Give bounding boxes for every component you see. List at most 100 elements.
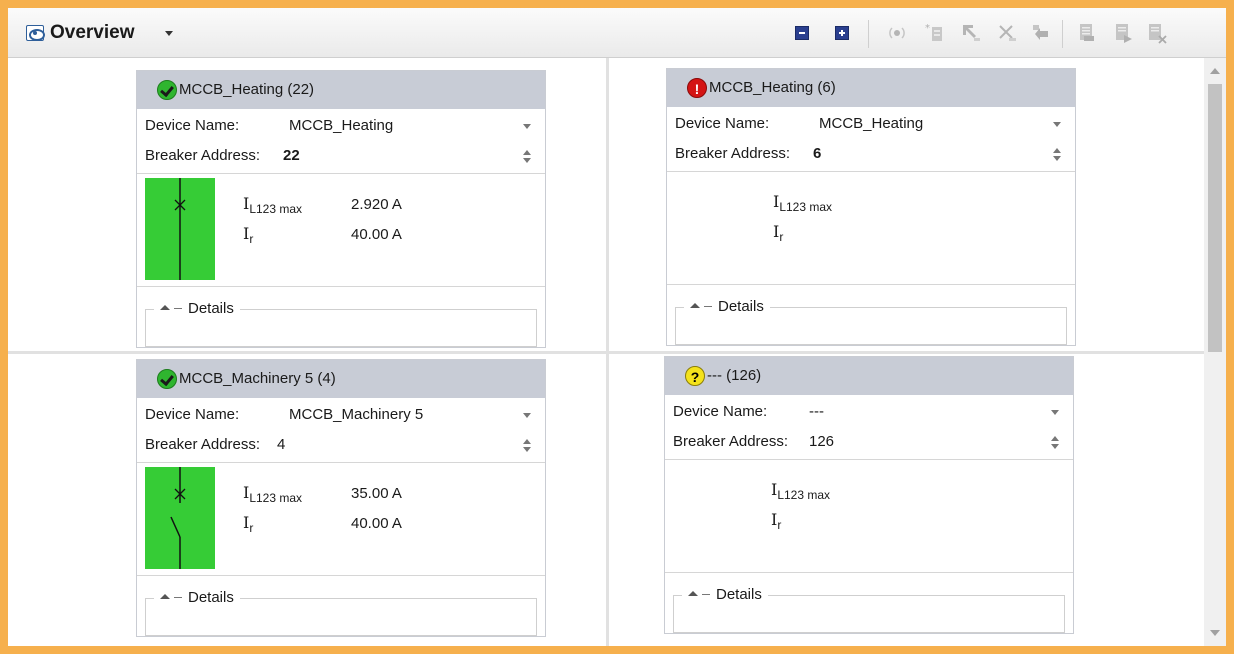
details-section: Details (145, 589, 537, 636)
device-name-value[interactable]: MCCB_Heating (289, 111, 393, 141)
breaker-address-label: Breaker Address: (673, 433, 789, 450)
chevron-up-icon (160, 594, 170, 599)
document-x-icon (1149, 24, 1167, 44)
document-arrow-button[interactable] (1112, 22, 1134, 44)
card-header: ? --- (126) (665, 357, 1073, 395)
chevron-down-icon[interactable] (1053, 122, 1061, 127)
chevron-down-icon[interactable] (523, 413, 531, 418)
card-header: MCCB_Machinery 5 (4) (137, 360, 545, 398)
divider (137, 286, 545, 287)
minus-square-icon (795, 26, 809, 40)
details-toggle[interactable]: Details (154, 300, 240, 318)
new-device-button[interactable]: * (924, 22, 946, 44)
details-label: Details (718, 298, 764, 315)
device-name-label: Device Name: (675, 115, 770, 132)
breaker-address-row: Breaker Address: 22 (137, 141, 545, 171)
vertical-scrollbar[interactable] (1204, 58, 1226, 646)
breaker-address-row: Breaker Address: 4 (137, 430, 545, 460)
signal-icon (889, 27, 905, 39)
card-title: --- (126) (707, 367, 762, 384)
delete-icon (999, 25, 1016, 41)
toolbar-separator (1062, 20, 1063, 48)
breaker-address-value[interactable]: 126 (809, 427, 834, 457)
chevron-down-icon[interactable] (523, 124, 531, 129)
device-name-value[interactable]: --- (809, 397, 824, 427)
view-dropdown-icon[interactable] (165, 31, 173, 36)
i-r-label: Ir (243, 224, 254, 246)
scroll-up-icon[interactable] (1210, 68, 1220, 74)
device-name-value[interactable]: MCCB_Heating (819, 109, 923, 139)
details-toggle[interactable]: Details (154, 589, 240, 607)
spin-up-icon[interactable] (523, 439, 531, 444)
chevron-up-icon (160, 305, 170, 310)
device-card: MCCB_Machinery 5 (4) Device Name: MCCB_M… (136, 359, 546, 637)
i-l123-max-value: 2.920 A (351, 196, 402, 213)
view-title[interactable]: Overview (50, 22, 135, 44)
device-name-label: Device Name: (145, 117, 240, 134)
device-name-label: Device Name: (145, 406, 240, 423)
card-header: ! MCCB_Heating (6) (667, 69, 1075, 107)
i-l123-max-label: IL123 max (773, 192, 833, 214)
new-device-icon: * (925, 23, 942, 41)
document-arrow-icon (1116, 24, 1132, 43)
device-name-row: Device Name: MCCB_Heating (667, 109, 1075, 139)
i-l123-max-label: IL123 max (771, 480, 831, 502)
i-r-value: 40.00 A (351, 226, 402, 243)
card-title: MCCB_Heating (6) (709, 79, 836, 96)
breaker-address-value[interactable]: 6 (813, 139, 821, 169)
chevron-down-icon[interactable] (1051, 410, 1059, 415)
divider (137, 575, 545, 576)
upload-button[interactable] (960, 22, 982, 44)
delete-button[interactable] (996, 22, 1018, 44)
measurement-area: IL123 max Ir (665, 460, 1073, 570)
document-x-button[interactable] (1146, 22, 1168, 44)
spin-up-icon[interactable] (1053, 148, 1061, 153)
spin-up-icon[interactable] (523, 150, 531, 155)
card-title: MCCB_Machinery 5 (4) (179, 370, 336, 387)
details-toggle[interactable]: Details (684, 298, 770, 316)
spin-down-icon[interactable] (1051, 444, 1059, 449)
details-label: Details (188, 300, 234, 317)
grid-divider-horizontal (8, 351, 1204, 354)
breaker-address-label: Breaker Address: (675, 145, 791, 162)
view-eye-icon[interactable] (26, 25, 45, 41)
measurement-area: IL123 max 35.00 A Ir 40.00 A (137, 463, 545, 573)
download-button[interactable] (1030, 22, 1052, 44)
spin-down-icon[interactable] (523, 447, 531, 452)
scroll-down-icon[interactable] (1210, 630, 1220, 636)
toolbar: Overview * (8, 8, 1226, 58)
svg-text:*: * (925, 23, 930, 34)
status-unknown-icon: ? (685, 366, 705, 386)
spin-down-icon[interactable] (1053, 156, 1061, 161)
device-name-row: Device Name: MCCB_Machinery 5 (137, 400, 545, 430)
i-l123-max-value: 35.00 A (351, 485, 402, 502)
breaker-open-icon (145, 467, 215, 569)
overview-grid: MCCB_Heating (22) Device Name: MCCB_Heat… (8, 58, 1204, 646)
device-name-label: Device Name: (673, 403, 768, 420)
chevron-up-icon (688, 591, 698, 596)
device-card: ? --- (126) Device Name: --- Breaker Add… (664, 356, 1074, 634)
breaker-address-value[interactable]: 4 (277, 430, 285, 460)
document-button[interactable] (1076, 22, 1098, 44)
signal-button[interactable] (886, 22, 908, 44)
details-label: Details (716, 586, 762, 603)
i-r-label: Ir (771, 510, 782, 532)
spin-down-icon[interactable] (523, 158, 531, 163)
chevron-up-icon (690, 303, 700, 308)
spin-up-icon[interactable] (1051, 436, 1059, 441)
device-card: MCCB_Heating (22) Device Name: MCCB_Heat… (136, 70, 546, 348)
device-name-row: Device Name: --- (665, 397, 1073, 427)
download-icon (1033, 25, 1048, 40)
collapse-all-button[interactable] (794, 25, 810, 41)
breaker-address-value[interactable]: 22 (283, 141, 300, 171)
breaker-closed-icon (145, 178, 215, 280)
divider (667, 284, 1075, 285)
measurement-area: IL123 max 2.920 A Ir 40.00 A (137, 174, 545, 284)
expand-all-button[interactable] (834, 25, 850, 41)
details-section: Details (673, 586, 1065, 633)
device-name-value[interactable]: MCCB_Machinery 5 (289, 400, 423, 430)
scroll-thumb[interactable] (1208, 84, 1222, 352)
breaker-address-row: Breaker Address: 126 (665, 427, 1073, 457)
details-toggle[interactable]: Details (682, 586, 768, 604)
overview-window: Overview * MCCB_Heating (22) Device Name… (8, 8, 1226, 646)
